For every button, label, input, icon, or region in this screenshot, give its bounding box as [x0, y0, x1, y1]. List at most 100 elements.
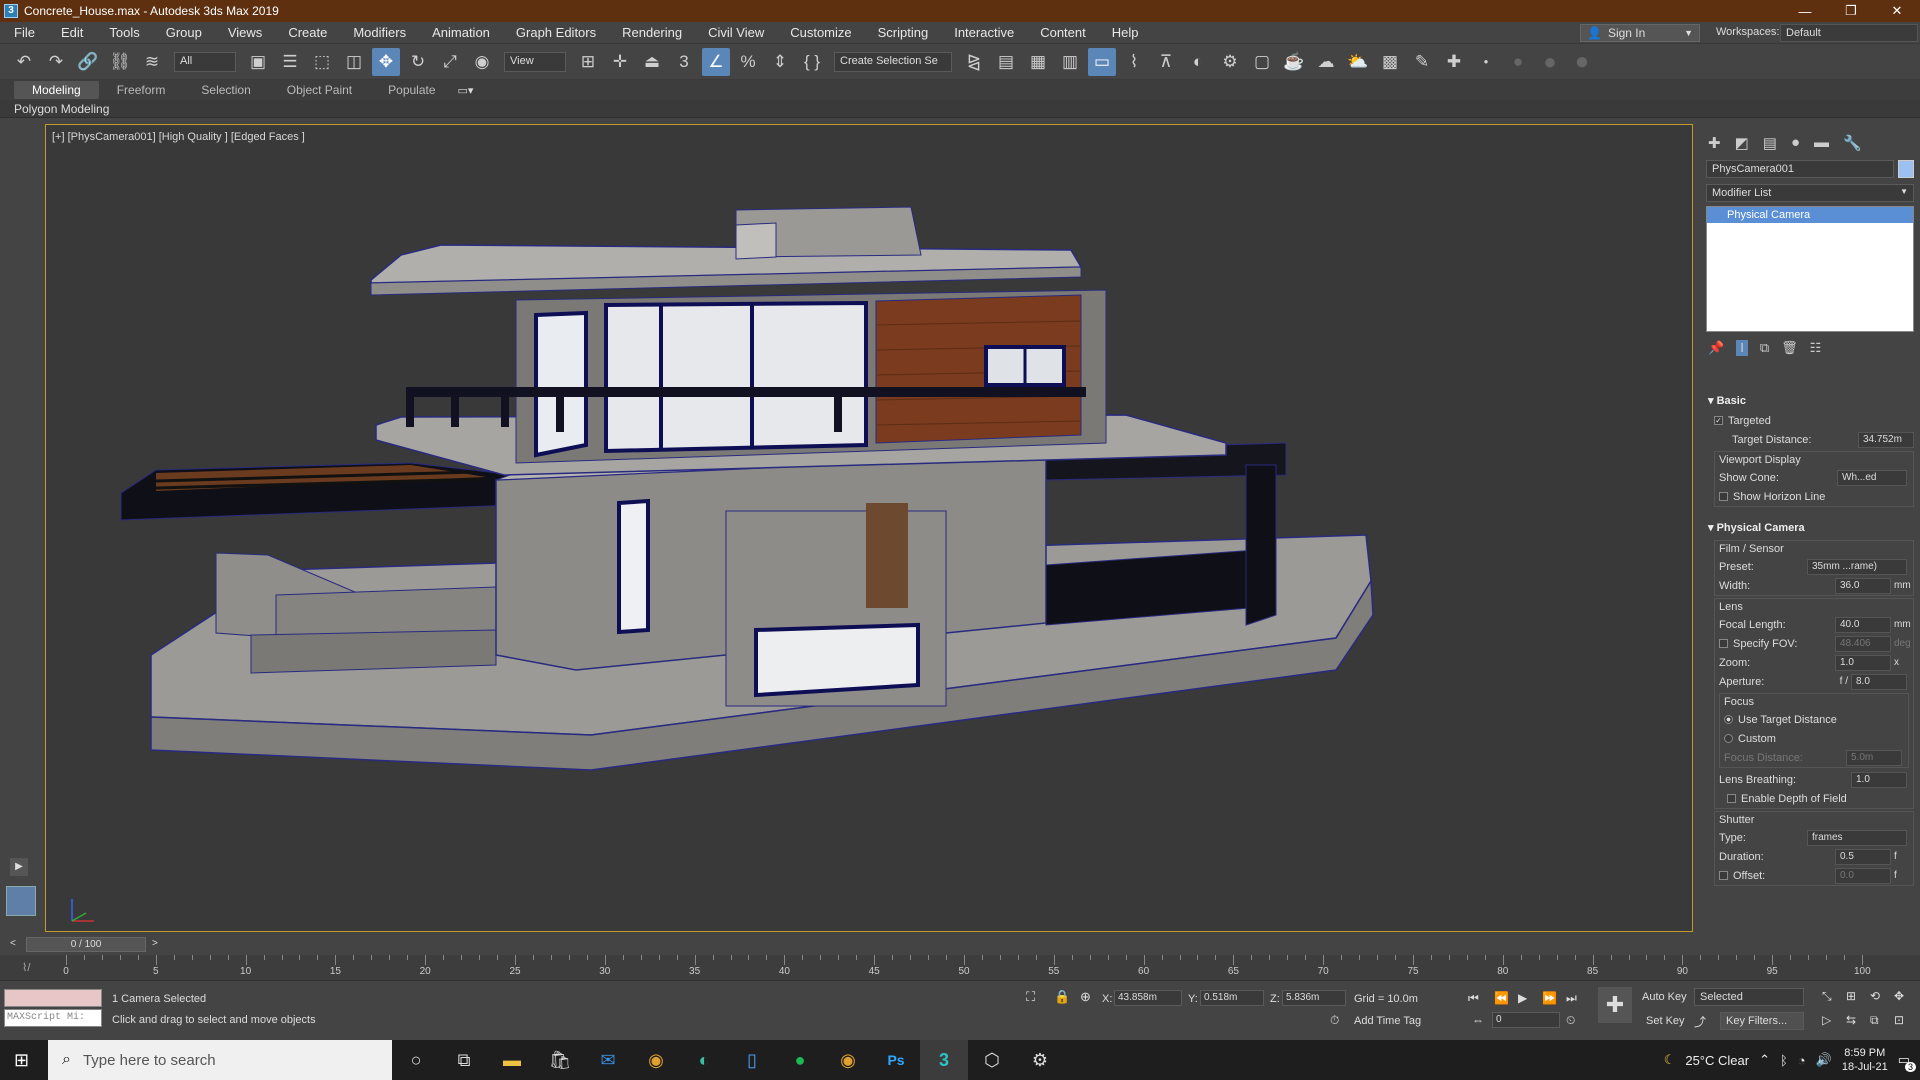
mail-icon[interactable]: ✉	[584, 1040, 632, 1080]
set-key-icon[interactable]: ✚	[1598, 987, 1632, 1023]
listener-mini-pane[interactable]	[4, 989, 102, 1007]
3dsmax-icon[interactable]: 3	[920, 1040, 968, 1080]
target-distance-field[interactable]: 34.752m	[1858, 431, 1914, 448]
tab-populate[interactable]: Populate	[370, 81, 453, 99]
orbit-icon[interactable]: ⟲	[1870, 989, 1880, 1003]
select-scale-icon[interactable]: ⤢	[436, 48, 464, 76]
make-unique-icon[interactable]: ⧉	[1760, 340, 1769, 356]
menu-customize[interactable]: Customize	[776, 25, 863, 40]
default-in-out-tangents-icon[interactable]: ⤴	[1694, 1013, 1706, 1030]
expand-layout-icon[interactable]: ▶	[10, 858, 28, 876]
go-to-start-icon[interactable]: ⏮	[1468, 991, 1479, 1006]
custom-focus-radio[interactable]	[1724, 734, 1733, 743]
spotify-icon[interactable]: ●	[776, 1040, 824, 1080]
weather-text[interactable]: 25°C Clear	[1685, 1053, 1749, 1068]
render-online-icon[interactable]: ⛅	[1344, 48, 1372, 76]
stack-item-physical-camera[interactable]: Physical Camera	[1707, 207, 1913, 223]
link-icon[interactable]: 🔗	[74, 48, 102, 76]
key-mode-icon[interactable]: ⇔	[1472, 1013, 1484, 1027]
auto-key-button[interactable]: Auto Key	[1642, 991, 1687, 1003]
box-icon[interactable]: ⬡	[968, 1040, 1016, 1080]
width-field[interactable]: 36.0	[1835, 577, 1891, 594]
show-cone-select[interactable]: Wh...ed	[1837, 469, 1907, 486]
reference-coordinate-select[interactable]: View	[504, 51, 566, 72]
use-target-distance-radio[interactable]	[1724, 715, 1733, 724]
menu-modifiers[interactable]: Modifiers	[339, 25, 418, 40]
specify-fov-checkbox[interactable]	[1719, 639, 1728, 648]
utilities-tab-icon[interactable]: 🔧	[1843, 134, 1862, 152]
notification-icon[interactable]: ▭ 3	[1898, 1052, 1916, 1072]
keyboard-shortcut-icon[interactable]: ⏏	[638, 48, 666, 76]
zoom-extents-icon[interactable]: ⤡	[1822, 989, 1832, 1004]
select-rotate-icon[interactable]: ↻	[404, 48, 432, 76]
rendered-frame-window-icon[interactable]: ▢	[1248, 48, 1276, 76]
undo-icon[interactable]: ↶	[10, 48, 38, 76]
rect-selection-icon[interactable]: ⬚	[308, 48, 336, 76]
show-end-result-icon[interactable]: I	[1736, 340, 1748, 356]
menu-file[interactable]: File	[0, 25, 47, 40]
select-manipulate-icon[interactable]: ✛	[606, 48, 634, 76]
chrome-alt-icon[interactable]: ◉	[824, 1040, 872, 1080]
modifier-list-select[interactable]: Modifier List ▼	[1706, 184, 1914, 202]
redo-icon[interactable]: ↷	[42, 48, 70, 76]
configure-modifier-sets-icon[interactable]: ☷	[1810, 340, 1822, 356]
civil-view-icon[interactable]: ✎	[1408, 48, 1436, 76]
open-gallery-icon[interactable]: ▩	[1376, 48, 1404, 76]
prev-frame-icon[interactable]: <	[10, 938, 16, 949]
menu-graph-editors[interactable]: Graph Editors	[502, 25, 608, 40]
menu-views[interactable]: Views	[214, 25, 274, 40]
window-crossing-icon[interactable]: ◫	[340, 48, 368, 76]
pivot-center-icon[interactable]: ⊞	[574, 48, 602, 76]
maximize-viewport-icon[interactable]: ⧉	[1870, 1013, 1879, 1028]
key-selection-select[interactable]: Selected	[1694, 988, 1804, 1006]
mirror-icon[interactable]: ⧎	[960, 48, 988, 76]
select-by-name-icon[interactable]: ☰	[276, 48, 304, 76]
store-icon[interactable]: 🛍	[536, 1040, 584, 1080]
go-to-end-icon[interactable]: ⏭	[1566, 991, 1577, 1006]
photoshop-icon[interactable]: Ps	[872, 1040, 920, 1080]
physical-camera-rollout-title[interactable]: Physical Camera	[1717, 522, 1805, 534]
tab-freeform[interactable]: Freeform	[99, 81, 184, 99]
object-name-field[interactable]: PhysCamera001	[1706, 160, 1894, 178]
menu-animation[interactable]: Animation	[418, 25, 502, 40]
absolute-mode-icon[interactable]: ⊕	[1080, 989, 1091, 1005]
select-move-icon[interactable]: ✥	[372, 47, 400, 76]
ribbon-panel-title[interactable]: Polygon Modeling	[0, 100, 1920, 118]
task-view-icon[interactable]: ⧉	[440, 1040, 488, 1080]
menu-create[interactable]: Create	[274, 25, 339, 40]
schematic-view-icon[interactable]: ⊼	[1152, 48, 1180, 76]
pin-stack-icon[interactable]: 📌	[1708, 340, 1724, 356]
workspaces-select[interactable]: Default	[1780, 24, 1918, 42]
create-tab-icon[interactable]: ✚	[1708, 134, 1721, 152]
viewport-layout-icon[interactable]	[6, 886, 36, 916]
x-coordinate-field[interactable]: 43.858m	[1114, 990, 1182, 1006]
menu-interactive[interactable]: Interactive	[940, 25, 1026, 40]
angle-snap-icon[interactable]: ∠	[702, 47, 730, 76]
scene-concrete-house[interactable]	[46, 125, 1693, 932]
toggle-ribbon-icon[interactable]: ▭	[1088, 47, 1116, 76]
tab-object-paint[interactable]: Object Paint	[269, 81, 370, 99]
tab-selection[interactable]: Selection	[183, 81, 268, 99]
edge-icon[interactable]: ◐	[680, 1040, 728, 1080]
menu-tools[interactable]: Tools	[95, 25, 151, 40]
y-coordinate-field[interactable]: 0.518m	[1200, 990, 1264, 1006]
focus-distance-field[interactable]: 5.0m	[1846, 749, 1902, 766]
display-tab-icon[interactable]: ▬	[1814, 134, 1829, 152]
maxscript-mini-listener[interactable]: MAXScript Mi:	[4, 1009, 102, 1027]
chevron-up-icon[interactable]: ⌃	[1759, 1052, 1770, 1068]
menu-content[interactable]: Content	[1026, 25, 1098, 40]
layer-explorer-icon[interactable]: ▥	[1056, 48, 1084, 76]
pan-icon[interactable]: ✥	[1894, 989, 1904, 1003]
duration-field[interactable]: 0.5	[1835, 848, 1891, 865]
time-slider-thumb[interactable]: 0 / 100	[26, 937, 146, 952]
viewport-perspective[interactable]: [+] [PhysCamera001] [High Quality ] [Edg…	[45, 124, 1693, 932]
zoom-field[interactable]: 1.0	[1835, 654, 1891, 671]
targeted-checkbox[interactable]: ✓	[1714, 416, 1723, 425]
key-filters-button[interactable]: Key Filters...	[1720, 1012, 1804, 1030]
chrome-icon[interactable]: ◉	[632, 1040, 680, 1080]
taskbar-search-box[interactable]: ⌕ Type here to search	[48, 1040, 392, 1080]
cortana-icon[interactable]: ○	[392, 1040, 440, 1080]
volume-icon[interactable]: 🔊	[1816, 1052, 1832, 1068]
focal-length-field[interactable]: 40.0	[1835, 616, 1891, 633]
preset-select[interactable]: 35mm ...rame)	[1807, 558, 1907, 575]
